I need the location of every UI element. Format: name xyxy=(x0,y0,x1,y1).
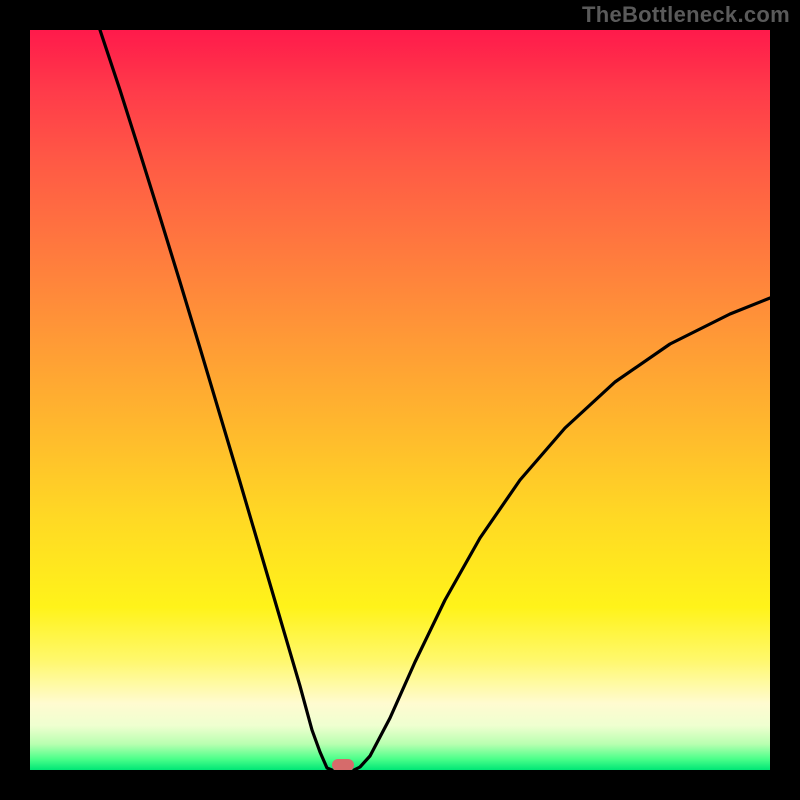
plot-area xyxy=(30,30,770,770)
curve-svg xyxy=(30,30,770,770)
minimum-marker xyxy=(332,759,354,770)
right-branch-path xyxy=(354,298,770,770)
left-branch-path xyxy=(100,30,332,770)
watermark-text: TheBottleneck.com xyxy=(582,2,790,28)
chart-frame: TheBottleneck.com xyxy=(0,0,800,800)
